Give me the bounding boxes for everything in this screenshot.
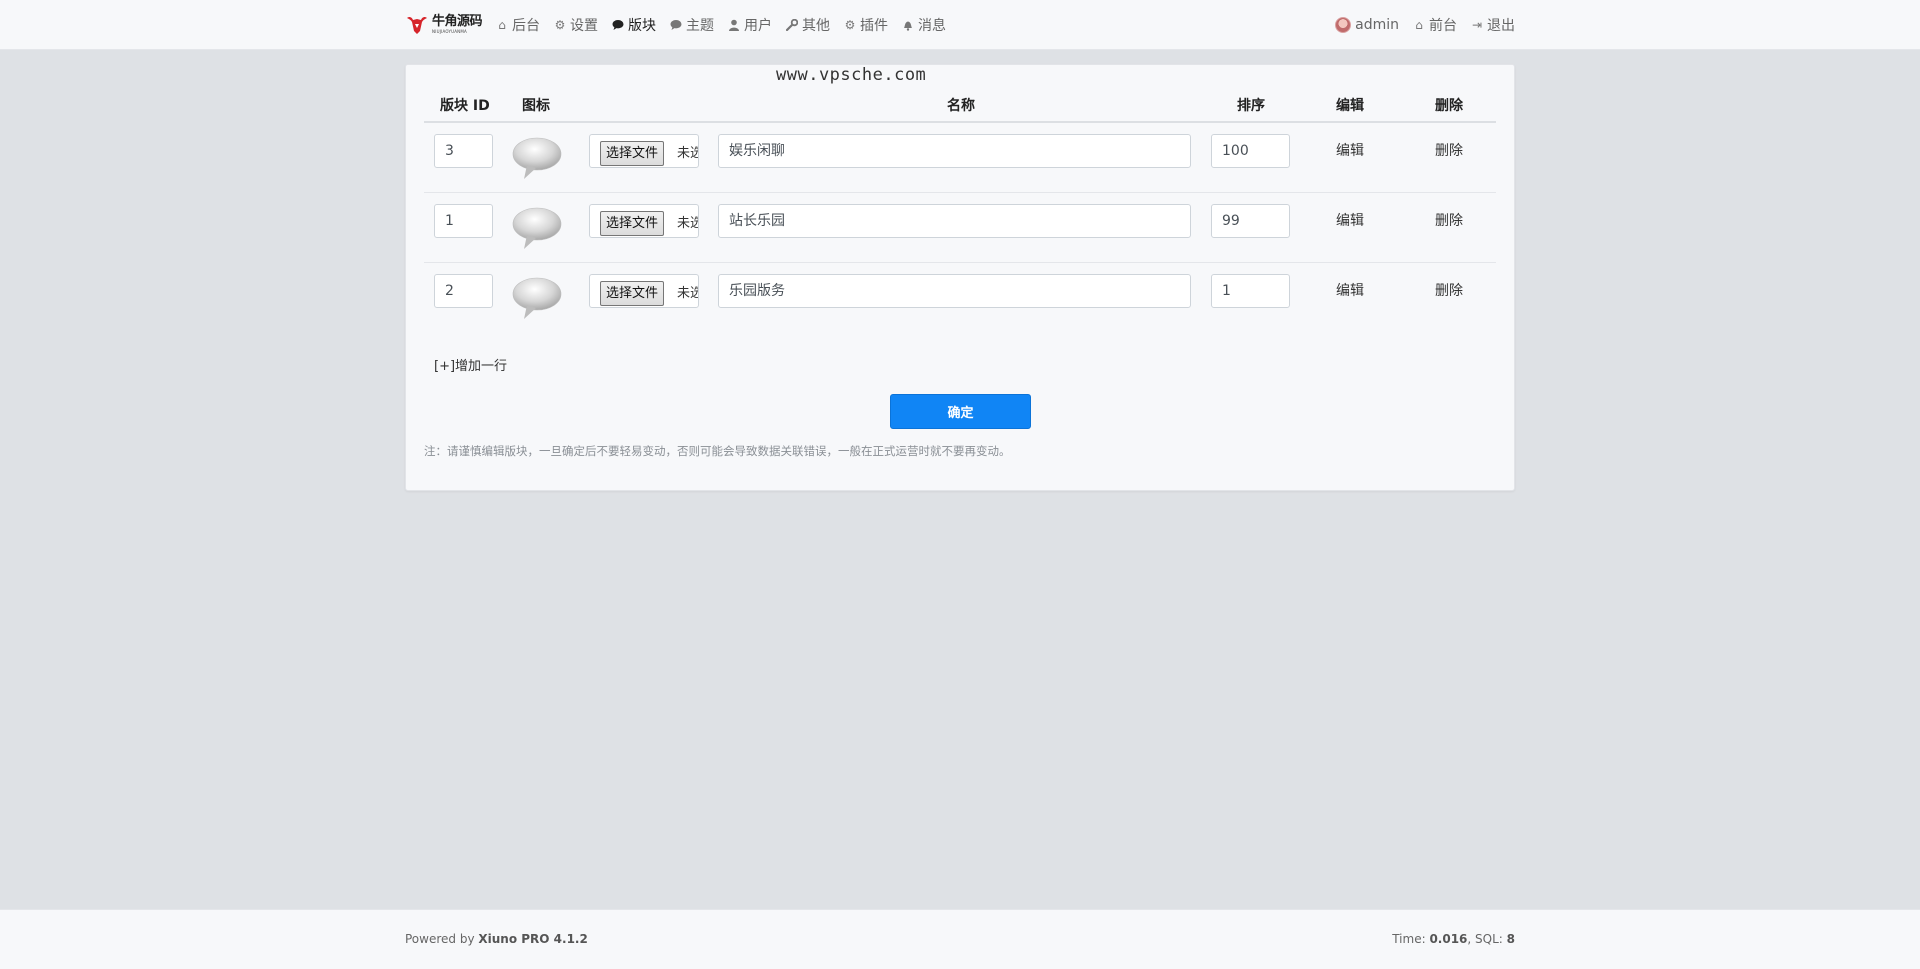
- nav-item-messages[interactable]: 消息: [902, 15, 946, 35]
- main-nav: ⌂ 后台 ⚙ 设置 版块 主题 用户 其他 ⚙ 插件 消息: [496, 0, 960, 49]
- footer: Powered by Xiuno PRO 4.1.2 Time: 0.016, …: [0, 909, 1920, 969]
- home-icon: ⌂: [498, 17, 506, 32]
- table-row: 2 选择文件 未选择任何文件 乐园版务 1 编辑 删除: [424, 263, 1496, 333]
- table-header: 版块 ID 图标 名称 排序 编辑 删除: [424, 85, 1496, 123]
- logo-tagline: NIUJIAOYUANMA: [432, 29, 467, 34]
- nav-item-backend[interactable]: ⌂ 后台: [496, 15, 540, 35]
- choose-file-button[interactable]: 选择文件: [600, 141, 665, 166]
- nav-label: 后台: [512, 17, 541, 34]
- bull-horn-logo-icon: [407, 16, 427, 34]
- confirm-button[interactable]: 确定: [890, 394, 1031, 429]
- nav-label: 其他: [802, 17, 831, 34]
- watermark: www.vpsche.com: [776, 65, 927, 85]
- edit-link[interactable]: 编辑: [1336, 140, 1364, 160]
- delete-link[interactable]: 删除: [1435, 140, 1463, 160]
- edit-link[interactable]: 编辑: [1336, 280, 1364, 300]
- front-link[interactable]: ⌂ 前台: [1413, 15, 1457, 35]
- forum-edit-card: www.vpsche.com 版块 ID 图标 名称 排序 编辑 删除 3 选择…: [405, 64, 1515, 491]
- file-status: 未选择任何文件: [677, 286, 698, 301]
- logout-link[interactable]: ⇥ 退出: [1471, 15, 1515, 35]
- gears-icon: ⚙: [844, 17, 856, 32]
- table-row: 1 选择文件 未选择任何文件 站长乐园 99 编辑 删除: [424, 193, 1496, 263]
- header-forum-id: 版块 ID: [440, 98, 490, 114]
- logo-name: 牛角源码: [432, 14, 483, 29]
- logout-label: 退出: [1487, 17, 1515, 34]
- nav-label: 设置: [570, 17, 599, 34]
- nav-item-users[interactable]: 用户: [728, 15, 772, 35]
- forum-bubble-icon: [512, 137, 562, 179]
- forum-bubble-icon: [512, 207, 562, 249]
- forum-name-input[interactable]: 站长乐园: [718, 204, 1191, 238]
- nav-label: 用户: [744, 17, 773, 34]
- sign-out-icon: ⇥: [1471, 17, 1483, 32]
- user-nav: admin ⌂ 前台 ⇥ 退出: [1321, 15, 1515, 35]
- table-row: 3 选择文件 未选择任何文件 娱乐闲聊 100 编辑 删除: [424, 123, 1496, 193]
- header-rank: 排序: [1237, 98, 1265, 114]
- gear-icon: ⚙: [554, 17, 566, 32]
- forum-id-input[interactable]: 1: [434, 204, 493, 238]
- bell-icon: [904, 21, 913, 31]
- nav-item-other[interactable]: 其他: [786, 15, 830, 35]
- top-navbar: 牛角源码 NIUJIAOYUANMA ⌂ 后台 ⚙ 设置 版块 主题 用户 其他…: [0, 0, 1920, 50]
- warning-note: 注：请谨慎编辑版块，一旦确定后不要轻易变动，否则可能会导致数据关联错误，一般在正…: [424, 444, 1011, 458]
- comment-icon: [670, 19, 682, 30]
- icon-file-input[interactable]: 选择文件 未选择任何文件: [589, 274, 699, 308]
- choose-file-button[interactable]: 选择文件: [600, 211, 665, 236]
- forum-bubble-icon: [512, 277, 562, 319]
- powered-by: Powered by Xiuno PRO 4.1.2: [405, 932, 588, 946]
- forum-rank-input[interactable]: 100: [1211, 134, 1290, 168]
- avatar: [1335, 16, 1352, 33]
- icon-file-input[interactable]: 选择文件 未选择任何文件: [589, 134, 699, 168]
- add-row-link[interactable]: [+]增加一行: [434, 355, 507, 374]
- header-name: 名称: [947, 98, 975, 114]
- delete-link[interactable]: 删除: [1435, 210, 1463, 230]
- icon-file-input[interactable]: 选择文件 未选择任何文件: [589, 204, 699, 238]
- header-icon: 图标: [522, 98, 550, 114]
- forum-rank-input[interactable]: 1: [1211, 274, 1290, 308]
- nav-item-plugins[interactable]: ⚙ 插件: [844, 15, 888, 35]
- sql-value: 8: [1506, 932, 1515, 946]
- user-menu[interactable]: admin: [1335, 16, 1399, 33]
- front-label: 前台: [1429, 17, 1457, 34]
- powered-prefix: Powered by: [405, 932, 479, 946]
- forum-name-input[interactable]: 乐园版务: [718, 274, 1191, 308]
- forum-name-input[interactable]: 娱乐闲聊: [718, 134, 1191, 168]
- sql-label: , SQL:: [1467, 932, 1507, 946]
- nav-label: 版块: [628, 17, 657, 34]
- header-delete: 删除: [1435, 98, 1463, 114]
- file-status: 未选择任何文件: [677, 146, 698, 161]
- product-version: Xiuno PRO 4.1.2: [478, 932, 588, 946]
- site-logo[interactable]: 牛角源码 NIUJIAOYUANMA: [405, 13, 483, 37]
- nav-item-forums[interactable]: 版块: [612, 15, 656, 35]
- nav-label: 插件: [860, 17, 889, 34]
- nav-item-threads[interactable]: 主题: [670, 15, 714, 35]
- time-label: Time:: [1392, 932, 1430, 946]
- wrench-icon: [786, 18, 799, 31]
- forum-rank-input[interactable]: 99: [1211, 204, 1290, 238]
- home-icon: ⌂: [1415, 17, 1423, 32]
- forum-id-input[interactable]: 2: [434, 274, 493, 308]
- delete-link[interactable]: 删除: [1435, 280, 1463, 300]
- nav-item-settings[interactable]: ⚙ 设置: [554, 15, 598, 35]
- debug-stats: Time: 0.016, SQL: 8: [1392, 932, 1515, 946]
- file-status: 未选择任何文件: [677, 216, 698, 231]
- edit-link[interactable]: 编辑: [1336, 210, 1364, 230]
- nav-label: 主题: [686, 17, 715, 34]
- comment-icon: [612, 19, 624, 30]
- choose-file-button[interactable]: 选择文件: [600, 281, 665, 306]
- time-value: 0.016: [1429, 932, 1468, 946]
- username: admin: [1355, 16, 1399, 33]
- forum-id-input[interactable]: 3: [434, 134, 493, 168]
- nav-label: 消息: [918, 17, 947, 34]
- user-icon: [729, 19, 740, 31]
- header-edit: 编辑: [1336, 98, 1364, 114]
